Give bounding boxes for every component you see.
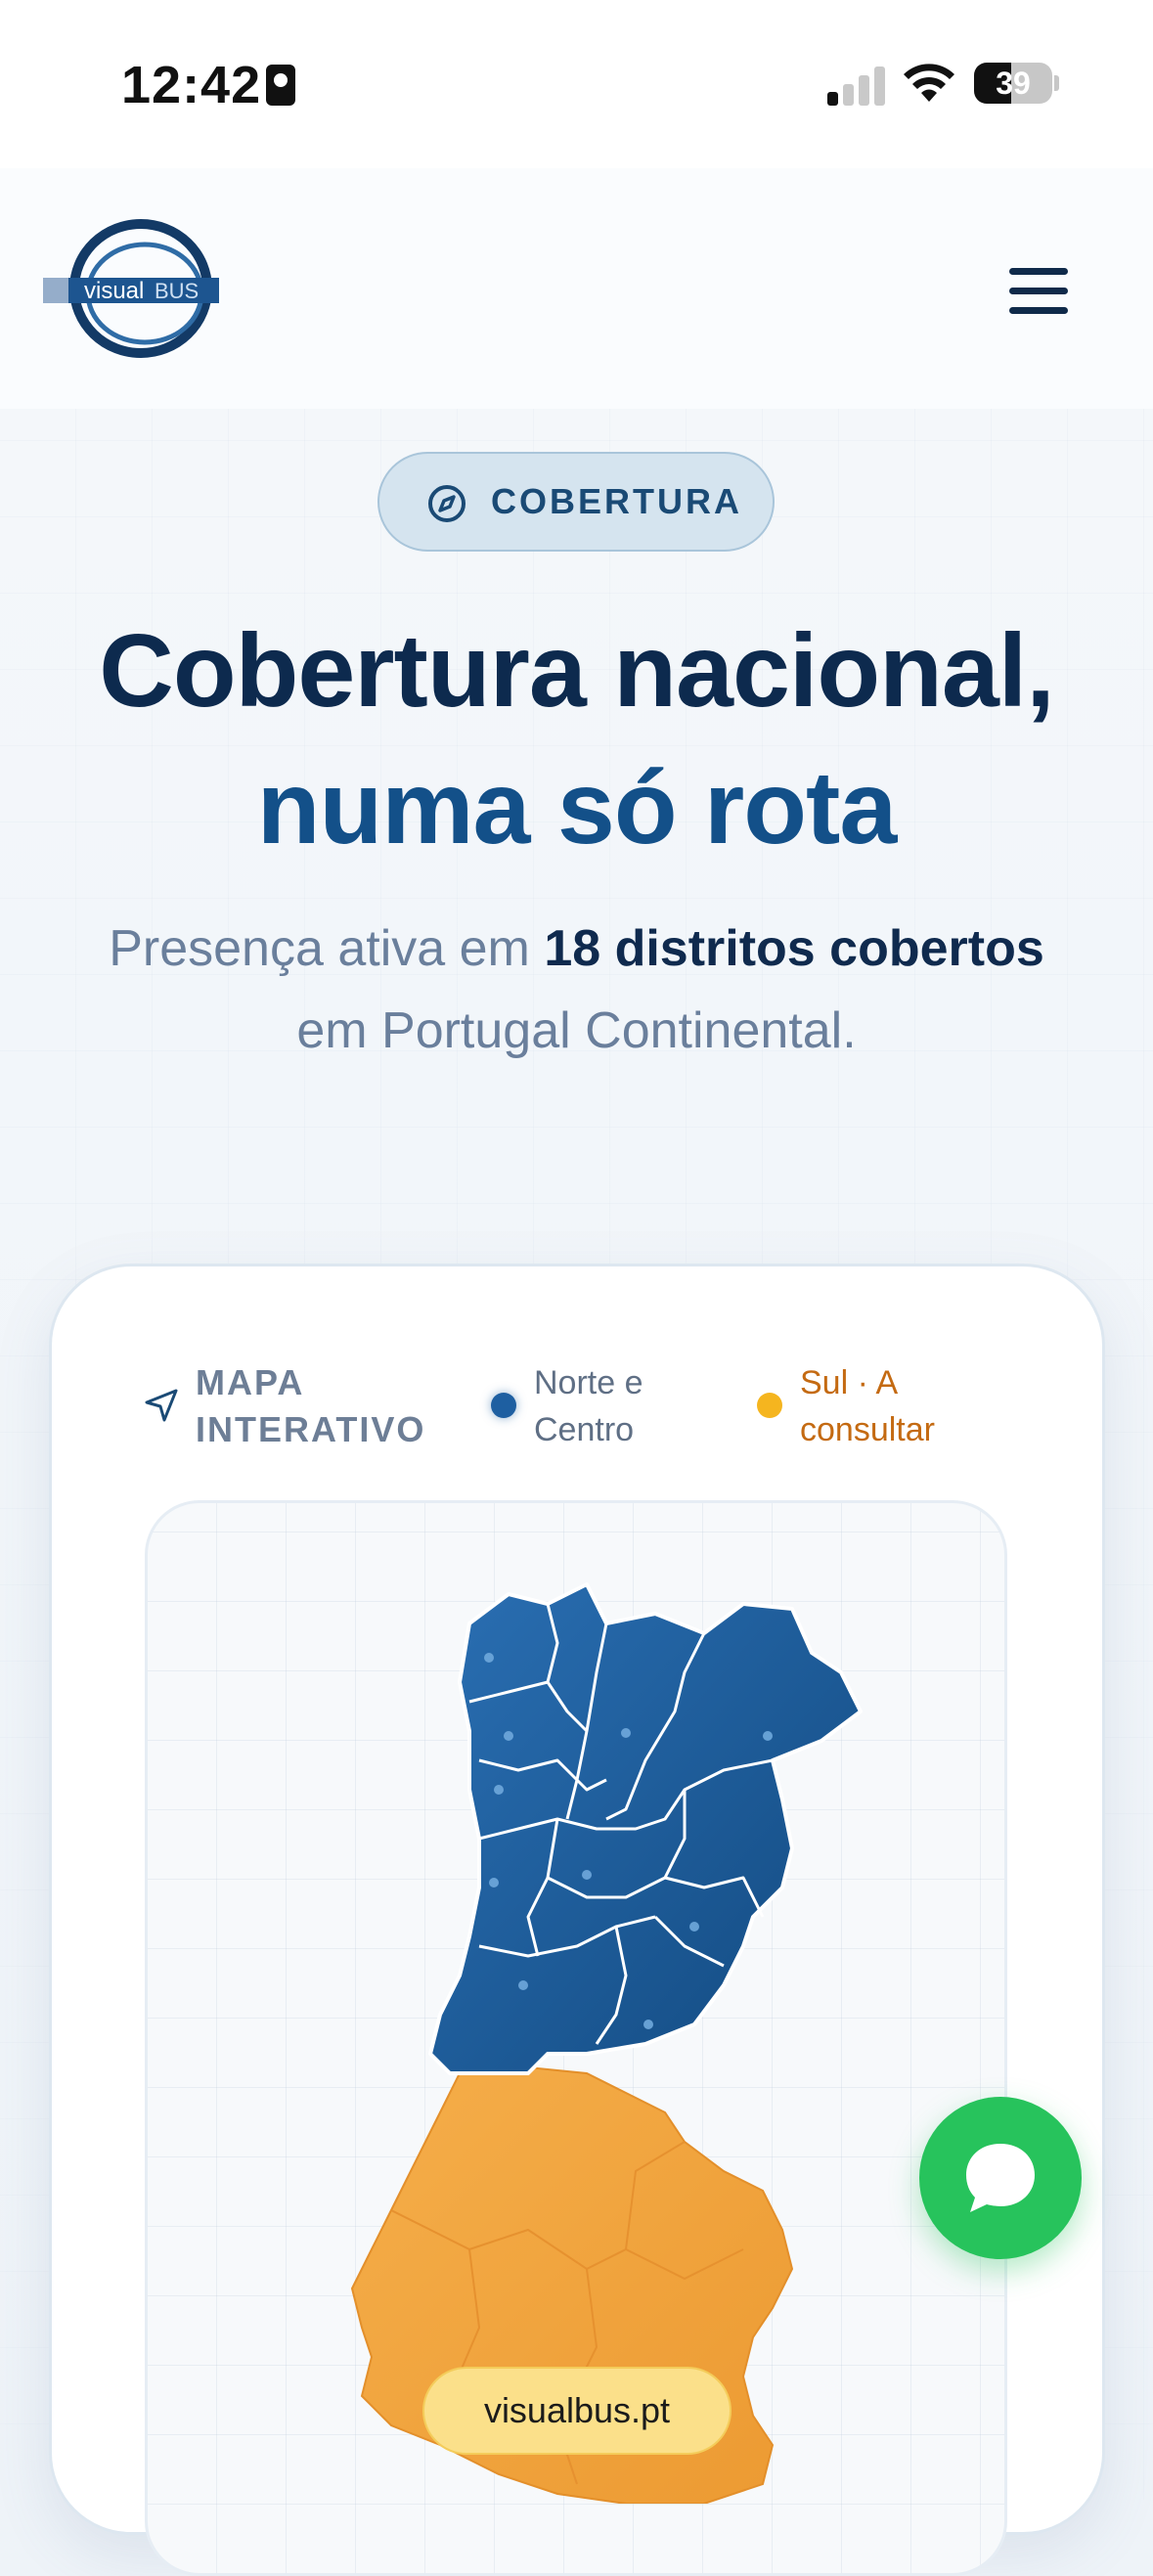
legend-dot-north (491, 1393, 516, 1418)
site-url-badge[interactable]: visualbus.pt (422, 2367, 732, 2455)
navigation-arrow-icon (145, 1389, 178, 1422)
legend-north-line2: Centro (534, 1411, 635, 1448)
legend-south-line1: Sul · A (800, 1364, 899, 1401)
section-badge: COBERTURA (377, 452, 775, 552)
chat-button[interactable] (919, 2097, 1082, 2259)
cellular-signal-icon (827, 61, 886, 106)
wifi-icon (904, 64, 954, 102)
hero-subtitle-line1: Presença ativa em 18 distritos cobertos (0, 919, 1153, 978)
legend-title-line1: MAPA (196, 1362, 305, 1402)
legend-title: MAPA INTERATIVO (196, 1359, 425, 1453)
battery-level: 39 (996, 66, 1031, 101)
subtitle-highlight: 18 distritos cobertos (544, 920, 1044, 977)
status-bar: 12:42 39 (0, 0, 1153, 168)
logo-text-bus: BUS (155, 279, 199, 303)
legend-north-line1: Norte e (534, 1364, 643, 1401)
battery-icon: 39 (974, 63, 1052, 104)
hero-subtitle-line2: em Portugal Continental. (296, 1002, 857, 1059)
hamburger-menu-icon[interactable] (996, 258, 1084, 325)
legend-dot-south (757, 1393, 782, 1418)
status-time: 12:42 (121, 56, 262, 114)
portugal-interactive-map[interactable] (333, 1565, 939, 2504)
legend-south: Sul · A consultar (800, 1359, 935, 1453)
chat-bubble-icon (966, 2144, 1035, 2212)
legend-south-line2: consultar (800, 1411, 935, 1448)
logo-text-visual: visual (84, 278, 144, 304)
battery-tip (1054, 75, 1059, 91)
hero-title-line1: Cobertura nacional, (99, 613, 1054, 729)
subtitle-pre: Presença ativa em (109, 920, 545, 977)
legend-title-line2: INTERATIVO (196, 1409, 426, 1449)
map-region-north-centre[interactable] (428, 1582, 863, 2075)
id-card-icon (266, 65, 295, 106)
hero-title-line2: numa só rota (256, 750, 898, 866)
compass-icon (428, 485, 466, 522)
visualbus-logo[interactable]: visual BUS (43, 215, 229, 362)
badge-label: COBERTURA (491, 481, 742, 521)
site-header: visual BUS (0, 168, 1153, 410)
legend-north: Norte e Centro (534, 1359, 643, 1453)
